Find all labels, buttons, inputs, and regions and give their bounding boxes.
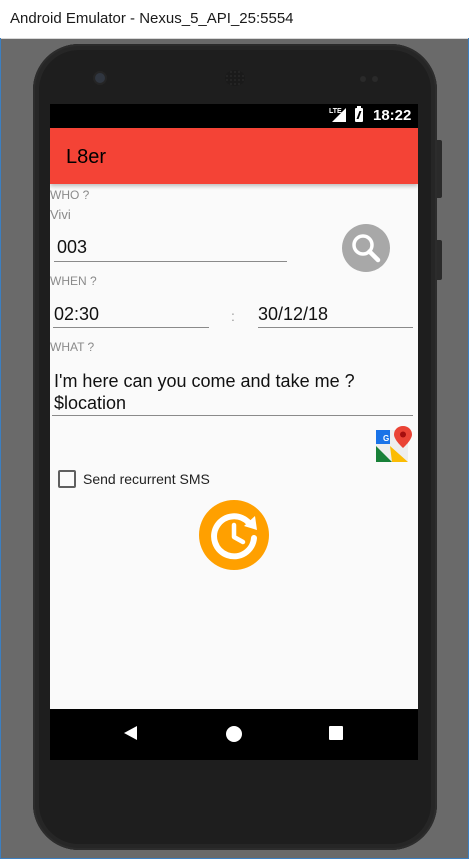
window-title: Android Emulator - Nexus_5_API_25:5554 [10,10,294,27]
back-icon[interactable] [124,726,137,740]
power-button[interactable] [437,140,442,198]
light-sensor [372,76,378,82]
when-label: WHEN ? [50,274,97,288]
who-label: WHO ? [50,188,90,202]
time-value: 02:30 [54,304,100,324]
window-border-left [0,38,1,859]
status-time: 18:22 [373,107,412,124]
search-icon [352,234,381,263]
date-field[interactable]: 30/12/18 [258,295,413,328]
recurrent-sms-checkbox[interactable] [58,470,76,488]
message-line-2: $location [54,393,127,413]
volume-button[interactable] [437,240,442,280]
proximity-sensor [360,76,366,82]
phone-number-field[interactable]: 003 [54,228,287,262]
schedule-send-button[interactable] [199,500,269,570]
contact-name: Vivi [50,207,71,222]
phone-number-value: 003 [57,237,88,257]
schedule-icon [211,513,257,560]
earpiece-speaker [225,70,245,86]
google-maps-button[interactable]: G [376,426,412,462]
app-bar: L8er [50,128,418,184]
recurrent-sms-label: Send recurrent SMS [83,471,210,487]
window-titlebar: Android Emulator - Nexus_5_API_25:5554 [0,0,469,39]
recent-apps-icon[interactable] [329,726,343,740]
time-date-separator: : [231,308,235,324]
app-title: L8er [66,146,107,168]
what-label: WHAT ? [50,340,95,354]
svg-text:G: G [383,434,389,443]
google-maps-icon: G [376,426,412,462]
status-bar: LTE 18:22 [50,104,418,128]
device-screen: LTE 18:22 L8er WHO ? Vivi 003 WHEN ? 02:… [50,104,418,760]
signal-icon [332,108,346,122]
navigation-bar [50,709,418,760]
time-field[interactable]: 02:30 [53,295,209,328]
search-contact-button[interactable] [342,224,390,272]
battery-charging-icon [355,106,363,122]
message-line-1: I'm here can you come and take me ? [54,371,355,391]
date-value: 30/12/18 [258,304,329,324]
message-text: I'm here can you come and take me ? $loc… [54,370,414,414]
front-camera [95,73,105,83]
home-icon[interactable] [226,726,242,742]
